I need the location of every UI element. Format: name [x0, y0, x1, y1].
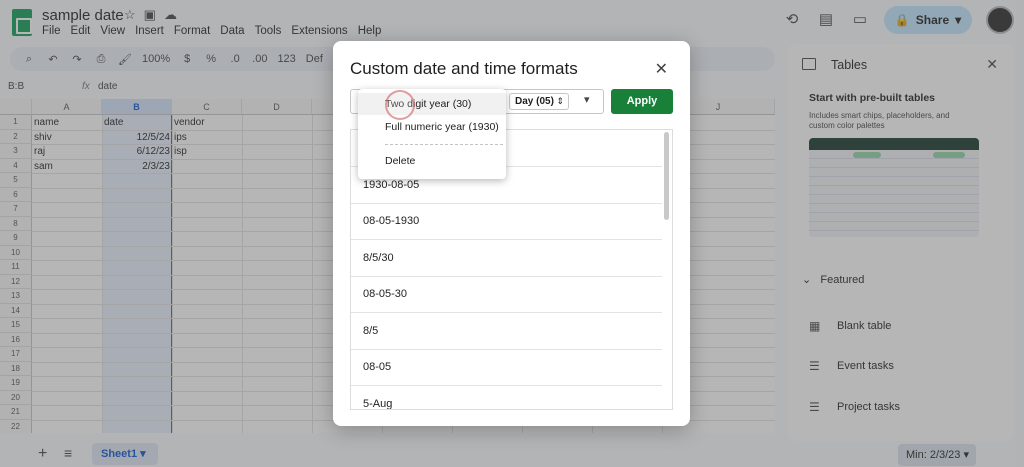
format-option[interactable]: 8/5/30: [351, 240, 662, 277]
cursor-highlight: [385, 90, 415, 120]
chevron-down-icon[interactable]: ▾: [584, 93, 590, 106]
format-option[interactable]: 8/5: [351, 313, 662, 350]
year-format-popup: Two digit year (30) Full numeric year (1…: [358, 89, 506, 179]
delete-option[interactable]: Delete: [358, 150, 506, 172]
close-icon[interactable]: ✕: [655, 59, 668, 79]
dialog-title: Custom date and time formats: [350, 59, 578, 78]
apply-button[interactable]: Apply: [611, 89, 673, 114]
day-chip-label: Day (05): [515, 96, 554, 107]
list-scrollbar[interactable]: [664, 132, 669, 220]
format-option[interactable]: 08-05-1930: [351, 203, 662, 240]
format-option[interactable]: 08-05-30: [351, 276, 662, 313]
format-option[interactable]: 08-05: [351, 349, 662, 386]
day-format-chip[interactable]: Day (05) ⇕: [509, 93, 569, 110]
format-option[interactable]: 5-Aug: [351, 386, 662, 409]
stepper-icon: ⇕: [556, 96, 564, 106]
popup-divider: [385, 144, 503, 145]
full-numeric-year-option[interactable]: Full numeric year (1930): [358, 116, 506, 138]
two-digit-year-option[interactable]: Two digit year (30): [358, 93, 506, 115]
